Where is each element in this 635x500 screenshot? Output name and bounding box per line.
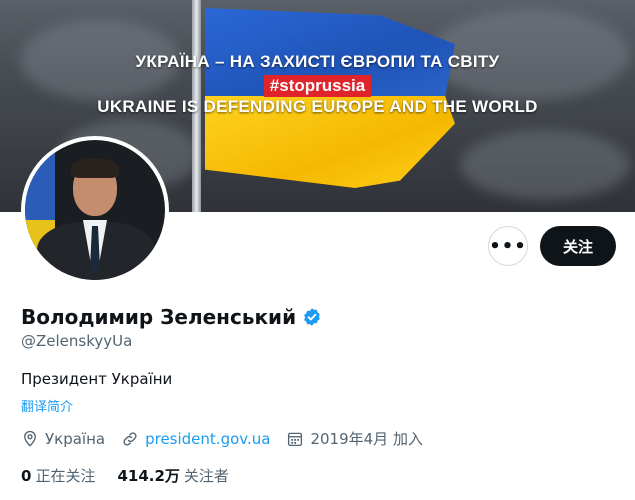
profile-meta: Україна president.gov.ua 2019年4月 加入 — [21, 428, 439, 449]
more-options-button[interactable]: ••• — [488, 226, 528, 266]
banner-cloud — [460, 130, 630, 200]
followers-label: 关注者 — [183, 467, 229, 485]
website-item: president.gov.ua — [121, 430, 270, 448]
follow-button[interactable]: 关注 — [540, 226, 616, 266]
banner-headline-en: UKRAINE IS DEFENDING EUROPE AND THE WORL… — [97, 97, 538, 116]
website-link[interactable]: president.gov.ua — [145, 430, 270, 448]
profile-stats: 0 正在关注 414.2万 关注者 — [21, 465, 251, 486]
avatar[interactable] — [21, 136, 169, 284]
location-text: Україна — [45, 429, 106, 448]
translate-bio-link[interactable]: 翻译简介 — [21, 396, 73, 415]
following-count: 0 — [21, 467, 32, 485]
banner-headline-ua: УКРАЇНА – НА ЗАХИСТІ ЄВРОПИ ТА СВІТУ — [135, 52, 500, 71]
location-item: Україна — [21, 430, 105, 448]
verified-badge-icon[interactable] — [302, 307, 322, 327]
following-stat[interactable]: 0 正在关注 — [21, 465, 95, 486]
followers-count: 414.2万 — [117, 467, 180, 485]
followers-stat[interactable]: 414.2万 关注者 — [117, 465, 228, 486]
profile-handle: @ZelenskyyUa — [21, 332, 133, 350]
profile-name-row: Володимир Зеленський — [21, 305, 322, 329]
profile-bio: Президент України — [21, 370, 173, 388]
joined-item: 2019年4月 加入 — [286, 428, 423, 449]
avatar-photo — [25, 140, 165, 280]
banner-hashtag: #stoprussia — [263, 75, 372, 97]
link-icon — [123, 431, 137, 446]
calendar-icon — [288, 432, 303, 446]
joined-text: 2019年4月 加入 — [310, 430, 423, 448]
following-label: 正在关注 — [35, 467, 96, 485]
location-pin-icon — [24, 430, 36, 447]
profile-name: Володимир Зеленський — [21, 305, 297, 329]
